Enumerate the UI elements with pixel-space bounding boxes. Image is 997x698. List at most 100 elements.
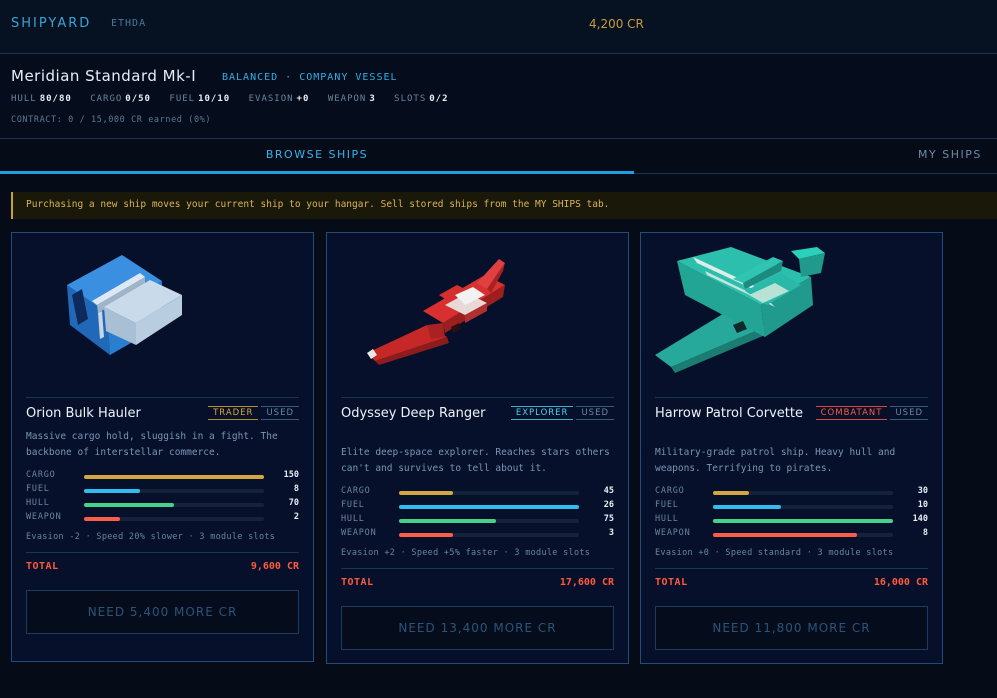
- stat-value: 70: [288, 498, 299, 508]
- purchase-notice: Purchasing a new ship moves your current…: [11, 192, 997, 219]
- stat-cargo: CARGO 45: [341, 486, 614, 500]
- total-label: TOTAL: [26, 561, 59, 572]
- stat-value: 2: [293, 512, 299, 522]
- stat-value: 150: [283, 470, 299, 480]
- card-divider: [26, 552, 299, 553]
- stat-bar-fill: [713, 505, 782, 509]
- top-bar: SHIPYARD ETHDA 4,200 CR: [0, 0, 997, 54]
- ship-badges: TRADER USED: [208, 406, 299, 420]
- stat-bar-fill: [84, 489, 140, 493]
- stat-label-hull: HULL: [11, 94, 37, 104]
- ship-traits: Evasion +2 · Speed +5% faster · 3 module…: [341, 548, 591, 558]
- stat-label: CARGO: [26, 470, 56, 480]
- role-badge: EXPLORER: [510, 406, 574, 420]
- current-ship-stats: HULL 80/80 CARGO 0/50 FUEL 10/10 EVASION +0 …: [11, 94, 461, 104]
- stat-cargo: CARGO 30: [655, 486, 928, 500]
- stat-label: HULL: [26, 498, 50, 508]
- stat-label: FUEL: [341, 500, 365, 510]
- stat-label-weapon: WEAPON: [327, 94, 367, 104]
- stat-bar-fill: [399, 519, 497, 523]
- card-divider: [341, 568, 614, 569]
- stat-label-slots: SLOTS: [394, 94, 427, 104]
- stat-value: 75: [603, 514, 614, 524]
- stat-value-weapon: 3: [369, 94, 376, 104]
- card-divider: [655, 397, 928, 398]
- stat-hull: HULL 75: [341, 514, 614, 528]
- buy-button[interactable]: NEED 11,800 MORE CR: [655, 606, 928, 650]
- stat-label: CARGO: [341, 486, 371, 496]
- ship-illustration-corvette: [641, 233, 942, 393]
- stat-value: 10: [917, 500, 928, 510]
- condition-badge: USED: [576, 406, 614, 420]
- stat-value: 45: [603, 486, 614, 496]
- shipyard-tabs: BROWSE SHIPS MY SHIPS: [0, 140, 997, 174]
- stat-bar-fill: [713, 533, 857, 537]
- ship-traits: Evasion +0 · Speed standard · 3 module s…: [655, 548, 894, 558]
- card-divider: [26, 397, 299, 398]
- total-price: 9,600 CR: [250, 561, 299, 572]
- stat-bar: [713, 519, 893, 523]
- total-price: 17,600 CR: [559, 577, 614, 588]
- credits-balance: 4,200 CR: [589, 17, 644, 31]
- stat-value-slots: 0/2: [429, 94, 449, 104]
- stat-bar: [713, 533, 893, 537]
- stat-value: 8: [922, 528, 928, 538]
- stat-label: WEAPON: [341, 528, 377, 538]
- current-ship-name: Meridian Standard Mk-I: [11, 67, 197, 85]
- stat-value: 8: [293, 484, 299, 494]
- location-label: ETHDA: [111, 18, 147, 29]
- ship-traits: Evasion -2 · Speed 20% slower · 3 module…: [26, 532, 276, 542]
- stat-label: FUEL: [26, 484, 50, 494]
- buy-button[interactable]: NEED 5,400 MORE CR: [26, 590, 299, 634]
- ship-name: Odyssey Deep Ranger: [341, 406, 486, 421]
- stat-bar: [84, 503, 264, 507]
- stat-label-cargo: CARGO: [90, 94, 123, 104]
- stat-fuel: FUEL 26: [341, 500, 614, 514]
- stat-bar: [399, 519, 579, 523]
- ship-description: Elite deep-space explorer. Reaches stars…: [341, 447, 610, 474]
- buy-button[interactable]: NEED 13,400 MORE CR: [341, 606, 614, 650]
- stat-weapon: WEAPON 8: [655, 528, 928, 542]
- tab-browse-ships[interactable]: BROWSE SHIPS: [0, 140, 634, 174]
- ship-badges: COMBATANT USED: [815, 406, 928, 420]
- stat-value: 3: [608, 528, 614, 538]
- stat-hull: HULL 140: [655, 514, 928, 528]
- stat-label: FUEL: [655, 500, 679, 510]
- stat-value-hull: 80/80: [39, 94, 72, 104]
- role-badge: COMBATANT: [815, 406, 888, 420]
- stat-cargo: CARGO 150: [26, 470, 299, 484]
- stat-weapon: WEAPON 2: [26, 512, 299, 526]
- stat-bar-fill: [84, 517, 120, 521]
- role-badge: TRADER: [208, 406, 259, 420]
- stat-label-evasion: EVASION: [248, 94, 294, 104]
- condition-badge: USED: [261, 406, 299, 420]
- current-ship-tags: BALANCED · COMPANY VESSEL: [222, 72, 398, 83]
- ship-illustration-ranger: [327, 233, 628, 393]
- ship-description: Massive cargo hold, sluggish in a fight.…: [26, 431, 278, 458]
- ship-card: Orion Bulk Hauler TRADER USED Massive ca…: [11, 232, 314, 662]
- stat-hull: HULL 70: [26, 498, 299, 512]
- card-divider: [341, 397, 614, 398]
- stat-bar: [84, 517, 264, 521]
- stat-value-evasion: +0: [296, 94, 310, 104]
- stat-value: 26: [603, 500, 614, 510]
- stat-bar-fill: [713, 519, 893, 523]
- ship-name: Orion Bulk Hauler: [26, 406, 141, 421]
- tab-my-ships[interactable]: MY SHIPS: [918, 148, 982, 161]
- stat-fuel: FUEL 8: [26, 484, 299, 498]
- stat-bar: [713, 505, 893, 509]
- stat-bar: [399, 505, 579, 509]
- stat-bar-fill: [713, 491, 749, 495]
- contract-progress: CONTRACT: 0 / 15,000 CR earned (0%): [11, 115, 212, 125]
- ship-description: Military-grade patrol ship. Heavy hull a…: [655, 447, 896, 474]
- stat-value-fuel: 10/10: [198, 94, 231, 104]
- stat-label: WEAPON: [655, 528, 691, 538]
- ship-badges: EXPLORER USED: [510, 406, 614, 420]
- stat-bar: [713, 491, 893, 495]
- stat-fuel: FUEL 10: [655, 500, 928, 514]
- shipyard-title: SHIPYARD: [11, 16, 92, 31]
- stat-value: 140: [912, 514, 928, 524]
- stat-label: WEAPON: [26, 512, 62, 522]
- ship-illustration-hauler: [12, 233, 313, 393]
- stat-bar-fill: [399, 505, 579, 509]
